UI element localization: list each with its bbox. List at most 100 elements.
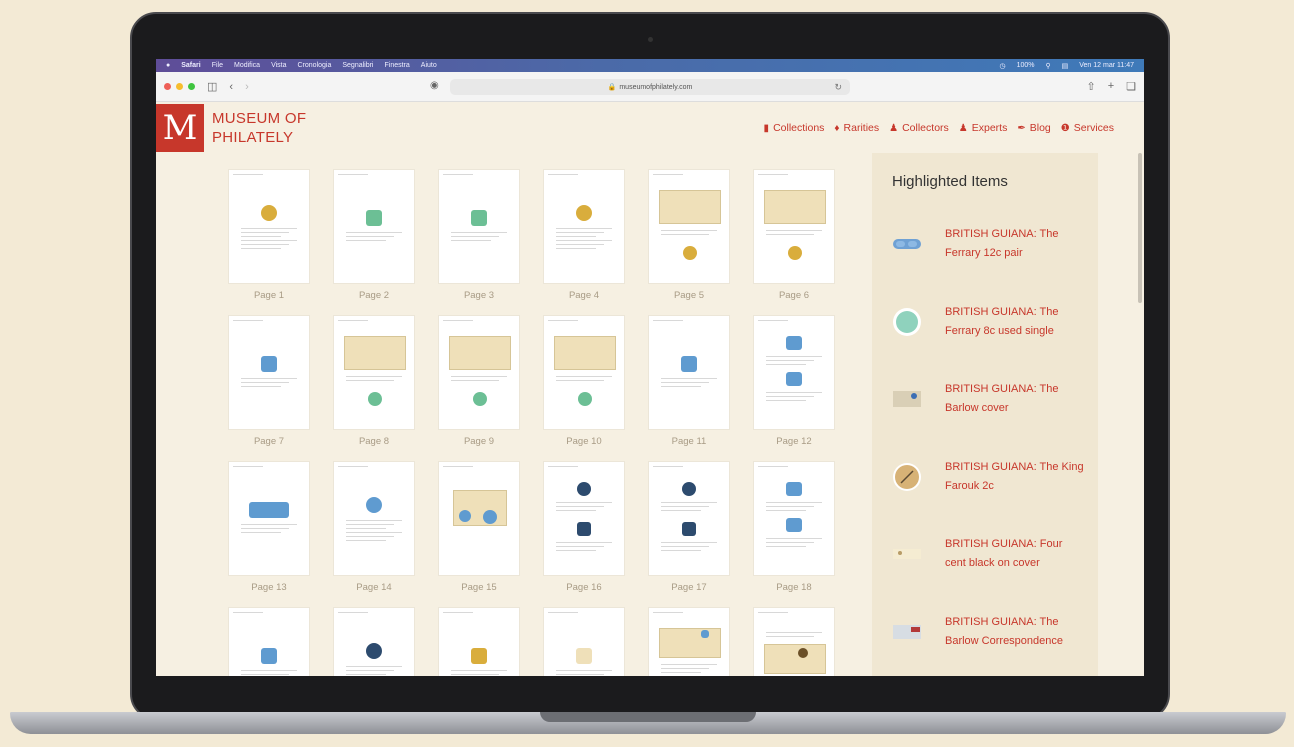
highlighted-item[interactable]: BRITISH GUIANA: Four cent black on cover [892,538,1062,569]
page-card[interactable]: Page 5 [648,169,730,301]
page-card[interactable]: Page 8 [333,315,415,447]
highlighted-item[interactable]: BRITISH GUIANA: The King Farouk 2c [892,461,1084,492]
highlighted-item[interactable]: BRITISH GUIANA: The Ferrary 12c pair [892,228,1059,259]
page-caption[interactable]: Page 1 [228,290,310,301]
privacy-shield-icon[interactable]: ◉ [430,80,439,91]
page-card[interactable]: Page 2 [333,169,415,301]
page-card[interactable]: Page 7 [228,315,310,447]
page-thumbnail[interactable] [333,461,415,576]
share-icon[interactable]: ⇧ [1086,80,1095,93]
page-thumbnail[interactable] [333,315,415,430]
page-card[interactable]: Page 3 [438,169,520,301]
page-caption[interactable]: Page 16 [543,582,625,593]
nav-experts[interactable]: ♟ Experts [959,122,1008,134]
page-thumbnail[interactable] [333,169,415,284]
menu-vista[interactable]: Vista [271,62,286,69]
page-card[interactable]: Page 11 [648,315,730,447]
page-thumbnail[interactable] [228,315,310,430]
back-icon[interactable]: ‹ [229,81,233,93]
highlighted-item-title[interactable]: BRITISH GUIANA: The King Farouk 2c [945,458,1085,496]
menu-segnalibri[interactable]: Segnalibri [342,62,373,69]
page-caption[interactable]: Page 13 [228,582,310,593]
page-caption[interactable]: Page 15 [438,582,520,593]
page-thumbnail[interactable] [648,461,730,576]
highlighted-item[interactable]: BRITISH GUIANA: The Ferrary 8c used sing… [892,306,1059,337]
page-thumbnail[interactable] [648,169,730,284]
page-caption[interactable]: Page 12 [753,436,835,447]
page-card[interactable]: Page 9 [438,315,520,447]
page-thumbnail[interactable] [648,607,730,676]
page-thumbnail[interactable] [753,461,835,576]
page-thumbnail[interactable] [228,461,310,576]
page-caption[interactable]: Page 5 [648,290,730,301]
minimize-window-button[interactable] [176,83,183,90]
page-thumbnail[interactable] [438,315,520,430]
page-thumbnail[interactable] [438,169,520,284]
search-icon[interactable]: ⚲ [1045,62,1050,70]
page-caption[interactable]: Page 11 [648,436,730,447]
page-card[interactable]: Page 10 [543,315,625,447]
page-card[interactable] [543,607,625,676]
museum-logo[interactable]: M [156,104,204,152]
page-caption[interactable]: Page 7 [228,436,310,447]
nav-rarities[interactable]: ♦ Rarities [834,122,879,134]
page-card[interactable] [648,607,730,676]
page-caption[interactable]: Page 8 [333,436,415,447]
clock-icon[interactable]: ◷ [999,62,1005,70]
highlighted-item-title[interactable]: BRITISH GUIANA: The Ferrary 12c pair [945,225,1085,263]
nav-services[interactable]: ❶ Services [1061,122,1114,134]
page-card[interactable]: Page 14 [333,461,415,593]
page-caption[interactable]: Page 2 [333,290,415,301]
page-thumbnail[interactable] [543,315,625,430]
page-thumbnail[interactable] [438,607,520,676]
page-thumbnail[interactable] [333,607,415,676]
battery-status[interactable]: 100% [1017,62,1035,70]
page-card[interactable]: Page 17 [648,461,730,593]
page-thumbnail[interactable] [543,607,625,676]
sidebar-toggle-icon[interactable]: ◫ [207,80,217,93]
highlighted-item[interactable]: BRITISH GUIANA: The Barlow Correspondenc… [892,616,1063,647]
menu-finestra[interactable]: Finestra [385,62,410,69]
page-thumbnail[interactable] [543,169,625,284]
page-caption[interactable]: Page 10 [543,436,625,447]
page-caption[interactable]: Page 3 [438,290,520,301]
page-card[interactable]: Page 15 [438,461,520,593]
page-card[interactable]: Page 16 [543,461,625,593]
nav-collectors[interactable]: ♟ Collectors [889,122,949,134]
close-window-button[interactable] [164,83,171,90]
highlighted-item-title[interactable]: BRITISH GUIANA: The Barlow cover [945,380,1085,418]
page-card[interactable] [333,607,415,676]
address-bar[interactable]: 🔒 museumofphilately.com ↻ [450,79,850,95]
page-card[interactable]: Page 18 [753,461,835,593]
menubar-datetime[interactable]: Ven 12 mar 11:47 [1079,62,1134,70]
page-card[interactable]: Page 6 [753,169,835,301]
apple-icon[interactable]: ● [166,62,170,69]
page-caption[interactable]: Page 18 [753,582,835,593]
page-thumbnail[interactable] [753,169,835,284]
zoom-window-button[interactable] [188,83,195,90]
page-thumbnail[interactable] [753,607,835,676]
page-card[interactable]: Page 1 [228,169,310,301]
page-caption[interactable]: Page 6 [753,290,835,301]
page-thumbnail[interactable] [753,315,835,430]
page-thumbnail[interactable] [648,315,730,430]
page-scrollbar[interactable] [1138,153,1142,303]
tabs-overview-icon[interactable]: ❏ [1126,80,1136,93]
menu-aiuto[interactable]: Aiuto [421,62,437,69]
page-caption[interactable]: Page 9 [438,436,520,447]
page-thumbnail[interactable] [438,461,520,576]
page-card[interactable] [228,607,310,676]
control-center-icon[interactable]: ▤ [1062,62,1069,70]
page-thumbnail[interactable] [228,169,310,284]
new-tab-icon[interactable]: + [1108,80,1114,93]
forward-icon[interactable]: › [245,81,249,93]
menu-modifica[interactable]: Modifica [234,62,260,69]
page-thumbnail[interactable] [543,461,625,576]
highlighted-item-title[interactable]: BRITISH GUIANA: The Ferrary 8c used sing… [945,303,1085,341]
page-caption[interactable]: Page 4 [543,290,625,301]
nav-collections[interactable]: ▮ Collections [764,122,825,134]
page-card[interactable] [753,607,835,676]
highlighted-item-title[interactable]: BRITISH GUIANA: Four cent black on cover [945,535,1085,573]
site-title[interactable]: MUSEUM OF PHILATELY [212,109,306,147]
page-card[interactable]: Page 4 [543,169,625,301]
